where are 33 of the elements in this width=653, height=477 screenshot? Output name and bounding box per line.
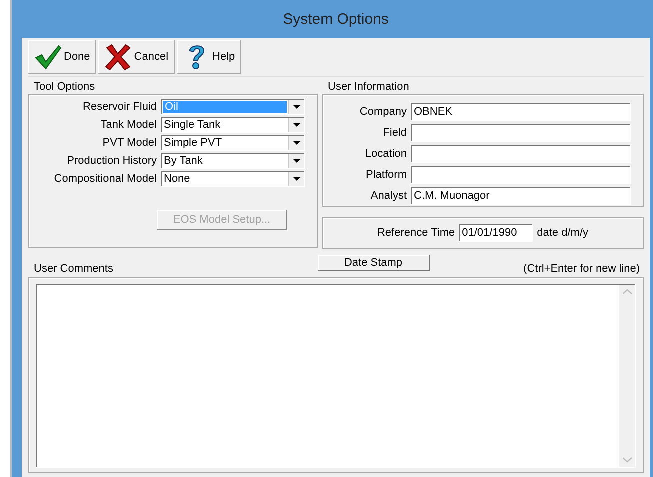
dropdown-value: Oil — [163, 101, 287, 113]
dropdown[interactable]: By Tank — [161, 153, 305, 169]
dropdown-value: Simple PVT — [163, 136, 224, 150]
field-label: Tank Model — [100, 119, 157, 131]
text-field[interactable]: OBNEK — [411, 102, 631, 120]
date-format-hint: date d/m/y — [537, 227, 588, 239]
hint-text: (Ctrl+Enter for new line) — [524, 263, 640, 275]
toolbar-button[interactable]: Done — [28, 40, 96, 74]
field-label: Compositional Model — [54, 173, 157, 185]
field-label: Reference Time — [377, 227, 456, 239]
dropdown[interactable]: None — [161, 171, 305, 187]
toolbar-button[interactable]: Help — [176, 40, 242, 74]
dropdown-value: None — [163, 172, 192, 186]
field-label: PVT Model — [102, 137, 157, 149]
field-label: Platform — [366, 168, 407, 180]
dropdown-value: Single Tank — [163, 118, 222, 132]
date-stamp-button[interactable]: Date Stamp — [318, 255, 430, 271]
group-title: Tool Options — [33, 81, 96, 94]
dropdown-value: By Tank — [163, 154, 204, 168]
dropdown[interactable]: Single Tank — [161, 117, 305, 133]
field-label: Field — [383, 126, 407, 138]
field-label: Location — [365, 148, 407, 160]
text-field[interactable]: C.M. Muonagor — [411, 186, 631, 204]
field-label: Analyst — [370, 190, 407, 202]
toolbar-button[interactable]: Cancel — [98, 40, 175, 74]
window-title: System Options — [282, 10, 390, 30]
group-title: User Information — [327, 81, 410, 94]
field-label: Production History — [67, 155, 157, 167]
group-title: User Comments — [34, 263, 114, 275]
date-field[interactable]: 01/01/1990 — [459, 224, 534, 242]
field-label: Reservoir Fluid — [83, 101, 157, 113]
dropdown[interactable]: Simple PVT — [161, 135, 305, 151]
field-label: Company — [360, 106, 407, 118]
